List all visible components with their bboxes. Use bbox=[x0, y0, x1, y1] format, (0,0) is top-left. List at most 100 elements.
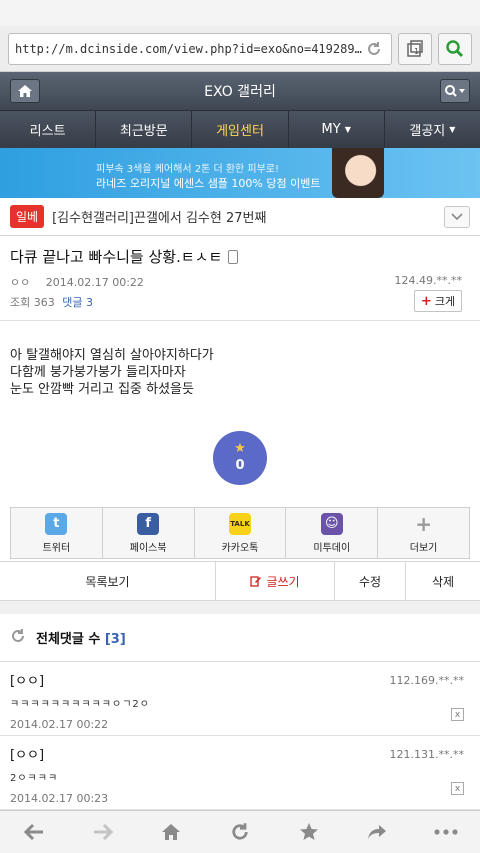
post-author[interactable]: ㅇㅇ bbox=[10, 276, 30, 289]
banner-model-image bbox=[332, 148, 384, 198]
post-stats: 조회 363 댓글 3 bbox=[10, 294, 93, 310]
menu-item-my[interactable]: MY ▼ bbox=[289, 111, 385, 148]
url-text[interactable]: http://m.dcinside.com/view.php?id=exo&no… bbox=[15, 42, 363, 56]
svg-text:1: 1 bbox=[414, 47, 419, 56]
share-more[interactable]: + 더보기 bbox=[378, 508, 469, 558]
share-nav-button[interactable] bbox=[343, 811, 412, 853]
comments-label: 전체댓글 수 [3] bbox=[36, 632, 126, 647]
bookmark-button[interactable] bbox=[274, 811, 343, 853]
comment-ip: 112.169.**.** bbox=[389, 674, 464, 687]
reload-icon bbox=[232, 823, 248, 840]
notice-bar: 일베 [김수현갤러리]끈갤에서 김수현 27번째 bbox=[0, 198, 480, 236]
share-bar: t 트위터 f 페이스북 TALK 카카오톡 ☺ 미투데이 + 더보기 bbox=[10, 507, 470, 559]
write-button[interactable]: 글쓰기 bbox=[216, 562, 335, 600]
me2day-icon: ☺ bbox=[320, 512, 343, 535]
delete-button[interactable]: 삭제 bbox=[406, 562, 480, 600]
home-button[interactable] bbox=[10, 79, 40, 103]
enlarge-text-button[interactable]: + 크게 bbox=[414, 290, 462, 312]
post-line: 다함께 붕가붕가붕가 들리자마자 bbox=[10, 365, 186, 380]
comment-count-link[interactable]: 댓글 3 bbox=[62, 296, 93, 309]
status-strip bbox=[0, 0, 480, 26]
comments-header: 전체댓글 수 [3] bbox=[0, 614, 480, 662]
browser-toolbar: http://m.dcinside.com/view.php?id=exo&no… bbox=[0, 26, 480, 72]
comments-count: [3] bbox=[104, 632, 126, 647]
mobile-post-icon bbox=[228, 249, 239, 264]
share-kakaotalk[interactable]: TALK 카카오톡 bbox=[195, 508, 287, 558]
comment-item: [ㅇㅇ] 112.169.**.** ㅋㅋㅋㅋㅋㅋㅋㅋㅋㅋㅇㄱ2ㅇ 2014.0… bbox=[0, 662, 480, 736]
refresh-nav-button[interactable] bbox=[206, 811, 275, 853]
home-icon bbox=[162, 824, 181, 840]
search-button[interactable] bbox=[438, 32, 472, 65]
menu-item-list[interactable]: 리스트 bbox=[0, 111, 97, 148]
delete-comment-icon[interactable]: x bbox=[451, 708, 464, 721]
post-body: 아 탈갤해야지 열심히 살아야지하다가 다함께 붕가붕가붕가 들리자마자 눈도 … bbox=[0, 321, 480, 507]
caret-down-icon: ▼ bbox=[449, 125, 456, 134]
gallery-search-button[interactable] bbox=[440, 79, 470, 103]
menu-item-notice[interactable]: 갤공지 ▼ bbox=[385, 111, 480, 148]
browser-bottom-nav bbox=[0, 810, 480, 853]
back-arrow-icon bbox=[24, 823, 44, 841]
star-icon bbox=[299, 823, 318, 840]
comment-item: [ㅇㅇ] 121.131.**.** 2ㅇㅋㅋㅋ 2014.02.17 00:2… bbox=[0, 736, 480, 810]
gallery-header: EXO 갤러리 bbox=[0, 72, 480, 110]
expand-button[interactable] bbox=[444, 205, 470, 228]
gallery-menu: 리스트 최근방문 게임센터 MY ▼ 갤공지 ▼ bbox=[0, 110, 480, 148]
banner-line-2: 라네즈 오리지널 에센스 샘플 100% 당첨 이벤트 bbox=[96, 177, 321, 190]
post-header: 다큐 끝나고 빠수니들 상황.ㅌㅅㅌ ㅇㅇ 2014.02.17 00:22 1… bbox=[0, 236, 480, 321]
plus-icon: + bbox=[415, 511, 432, 536]
address-bar[interactable]: http://m.dcinside.com/view.php?id=exo&no… bbox=[8, 32, 392, 65]
comment-text: 2ㅇㅋㅋㅋ bbox=[10, 773, 59, 784]
recommend-button[interactable]: ★ 0 bbox=[213, 431, 267, 485]
search-icon bbox=[446, 39, 464, 57]
comment-date: 2014.02.17 00:22 bbox=[10, 718, 109, 731]
home-icon bbox=[18, 85, 32, 97]
caret-down-icon: ▼ bbox=[344, 125, 351, 134]
share-arrow-icon bbox=[368, 825, 387, 839]
back-button[interactable] bbox=[0, 811, 69, 853]
share-me2day[interactable]: ☺ 미투데이 bbox=[286, 508, 379, 558]
search-icon bbox=[445, 85, 465, 97]
section-divider bbox=[0, 601, 480, 614]
share-facebook[interactable]: f 페이스북 bbox=[103, 508, 195, 558]
facebook-icon: f bbox=[137, 512, 160, 535]
view-count: 조회 363 bbox=[10, 296, 55, 309]
post-line: 눈도 안깜빡 거리고 집중 하셨을듯 bbox=[10, 382, 194, 397]
page: http://m.dcinside.com/view.php?id=exo&no… bbox=[0, 0, 480, 853]
post-meta: ㅇㅇ 2014.02.17 00:22 bbox=[10, 274, 144, 290]
post-line: 아 탈갤해야지 열심히 살아야지하다가 bbox=[10, 348, 214, 363]
pencil-icon bbox=[250, 576, 262, 587]
comment-date: 2014.02.17 00:23 bbox=[10, 792, 109, 805]
reload-icon[interactable] bbox=[363, 38, 385, 60]
post-date: 2014.02.17 00:22 bbox=[45, 276, 144, 289]
edit-button[interactable]: 수정 bbox=[335, 562, 406, 600]
post-ip: 124.49.**.** bbox=[394, 274, 462, 287]
share-twitter[interactable]: t 트위터 bbox=[11, 508, 103, 558]
post-actions: 목록보기 글쓰기 수정 삭제 bbox=[0, 561, 480, 601]
more-dots-icon bbox=[434, 829, 458, 835]
overflow-menu-button[interactable] bbox=[411, 811, 480, 853]
forward-arrow-icon bbox=[93, 823, 113, 841]
plus-icon: + bbox=[420, 293, 432, 309]
tabs-button[interactable]: 1 bbox=[398, 32, 432, 65]
home-nav-button[interactable] bbox=[137, 811, 206, 853]
twitter-icon: t bbox=[45, 512, 68, 535]
chevron-down-icon bbox=[451, 212, 463, 220]
ad-banner[interactable]: 피부속 3색을 케어해서 2톤 더 환한 피부로! 라네즈 오리지널 에센스 샘… bbox=[0, 148, 480, 198]
notice-badge: 일베 bbox=[10, 205, 45, 228]
refresh-comments-button[interactable] bbox=[10, 628, 26, 648]
list-button[interactable]: 목록보기 bbox=[0, 562, 216, 600]
notice-link[interactable]: [김수현갤러리]끈갤에서 김수현 27번째 bbox=[52, 207, 436, 226]
recommend-count: 0 bbox=[235, 458, 245, 473]
post-title: 다큐 끝나고 빠수니들 상황.ㅌㅅㅌ bbox=[10, 246, 470, 267]
comment-ip: 121.131.**.** bbox=[389, 748, 464, 761]
banner-line-1: 피부속 3색을 케어해서 2톤 더 환한 피부로! bbox=[96, 164, 280, 175]
refresh-icon bbox=[12, 628, 24, 642]
medal-icon: ★ bbox=[234, 441, 246, 456]
kakaotalk-icon: TALK bbox=[228, 512, 251, 535]
comment-text: ㅋㅋㅋㅋㅋㅋㅋㅋㅋㅋㅇㄱ2ㅇ bbox=[10, 699, 150, 710]
gallery-title: EXO 갤러리 bbox=[204, 84, 276, 100]
forward-button[interactable] bbox=[69, 811, 138, 853]
delete-comment-icon[interactable]: x bbox=[451, 782, 464, 795]
menu-item-recent[interactable]: 최근방문 bbox=[96, 111, 193, 148]
menu-item-game-center[interactable]: 게임센터 bbox=[192, 111, 289, 148]
